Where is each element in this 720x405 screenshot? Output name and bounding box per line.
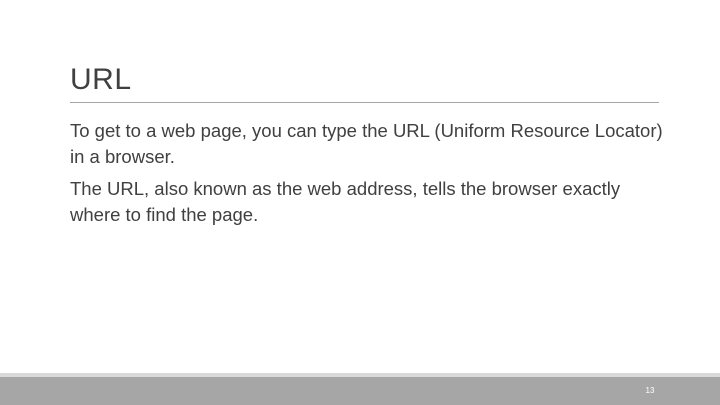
slide-body: To get to a web page, you can type the U… (70, 118, 670, 234)
body-paragraph-1: To get to a web page, you can type the U… (70, 120, 663, 167)
slide: URL To get to a web page, you can type t… (0, 0, 720, 405)
slide-number: 13 (645, 386, 655, 395)
title-divider (70, 102, 659, 103)
footer-bar (0, 377, 720, 405)
body-paragraph-2: The URL, also known as the web address, … (70, 178, 621, 225)
slide-title: URL (70, 63, 132, 96)
